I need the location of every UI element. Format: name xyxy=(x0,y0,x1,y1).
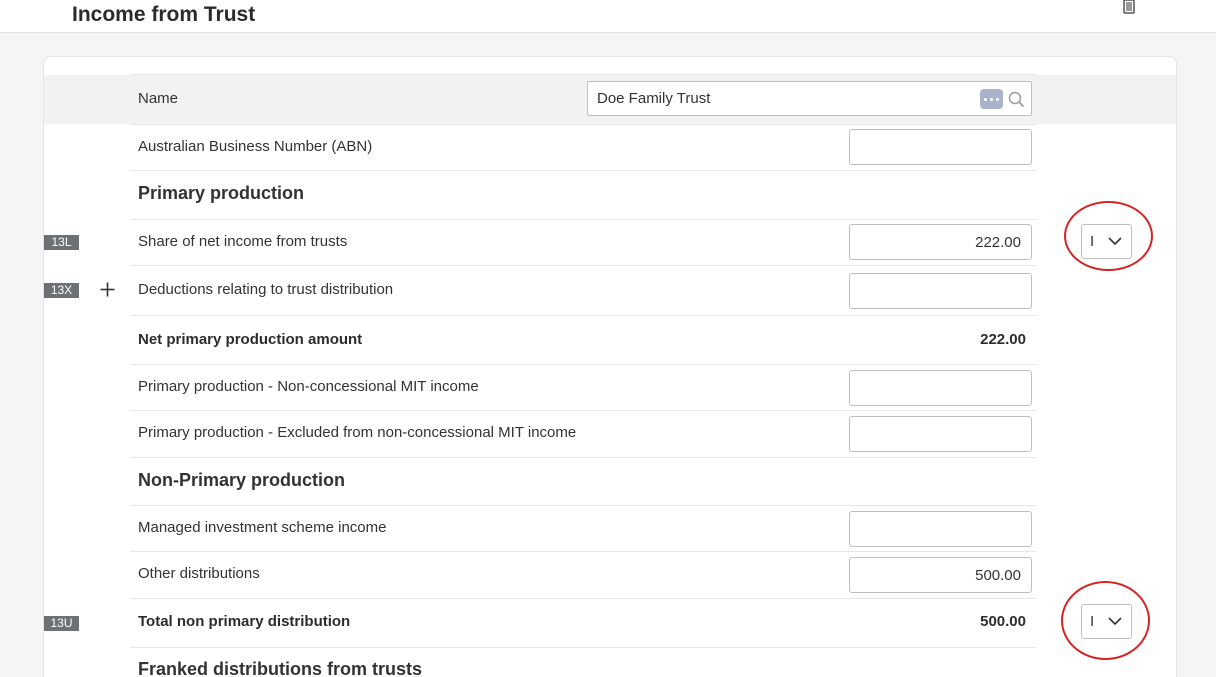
page-title: Income from Trust xyxy=(72,3,256,26)
net-primary-label: Net primary production amount xyxy=(138,331,363,348)
name-label: Name xyxy=(138,90,179,107)
other-distributions-input[interactable] xyxy=(849,557,1032,593)
row-divider xyxy=(130,315,1036,316)
row-divider xyxy=(130,410,1036,411)
abn-input[interactable] xyxy=(849,129,1032,165)
trash-icon[interactable] xyxy=(1121,0,1137,14)
search-icon[interactable] xyxy=(1008,91,1025,108)
highlight-circle xyxy=(1061,581,1150,660)
row-divider xyxy=(130,364,1036,365)
primary-production-heading: Primary production xyxy=(138,183,305,203)
pp-non-concessional-input[interactable] xyxy=(849,370,1032,406)
name-input[interactable] xyxy=(588,82,968,115)
name-row-divider xyxy=(130,74,1036,75)
row-divider xyxy=(130,647,1036,648)
non-primary-production-heading: Non-Primary production xyxy=(138,470,346,490)
net-primary-value: 222.00 xyxy=(980,331,1026,348)
deductions-input[interactable] xyxy=(849,273,1032,309)
ellipsis-icon[interactable] xyxy=(980,89,1003,109)
pp-non-concessional-label: Primary production - Non-concessional MI… xyxy=(138,378,479,395)
row-divider xyxy=(130,505,1036,506)
other-distributions-label: Other distributions xyxy=(138,565,260,582)
row-divider xyxy=(130,170,1036,171)
managed-investment-input[interactable] xyxy=(849,511,1032,547)
franked-distributions-heading: Franked distributions from trusts xyxy=(138,659,423,677)
row-divider xyxy=(130,457,1036,458)
plus-icon[interactable] xyxy=(99,281,116,298)
row-divider xyxy=(130,124,1036,125)
row-divider xyxy=(130,265,1036,266)
name-field xyxy=(587,81,1032,116)
share-net-income-label: Share of net income from trusts xyxy=(138,233,348,250)
share-net-income-input[interactable] xyxy=(849,224,1032,260)
code-badge-13x: 13X xyxy=(44,283,79,298)
total-non-primary-value: 500.00 xyxy=(980,613,1026,630)
total-non-primary-label: Total non primary distribution xyxy=(138,613,351,630)
top-bar: Income from Trust xyxy=(0,0,1216,33)
highlight-circle xyxy=(1064,201,1153,271)
row-divider xyxy=(130,219,1036,220)
row-divider xyxy=(130,551,1036,552)
abn-label: Australian Business Number (ABN) xyxy=(138,138,373,155)
code-badge-13u: 13U xyxy=(44,616,79,631)
code-badge-13l: 13L xyxy=(44,235,79,250)
pp-excluded-input[interactable] xyxy=(849,416,1032,452)
deductions-label: Deductions relating to trust distributio… xyxy=(138,281,394,298)
managed-investment-label: Managed investment scheme income xyxy=(138,519,387,536)
pp-excluded-label: Primary production - Excluded from non-c… xyxy=(138,424,577,441)
row-divider xyxy=(130,598,1036,599)
